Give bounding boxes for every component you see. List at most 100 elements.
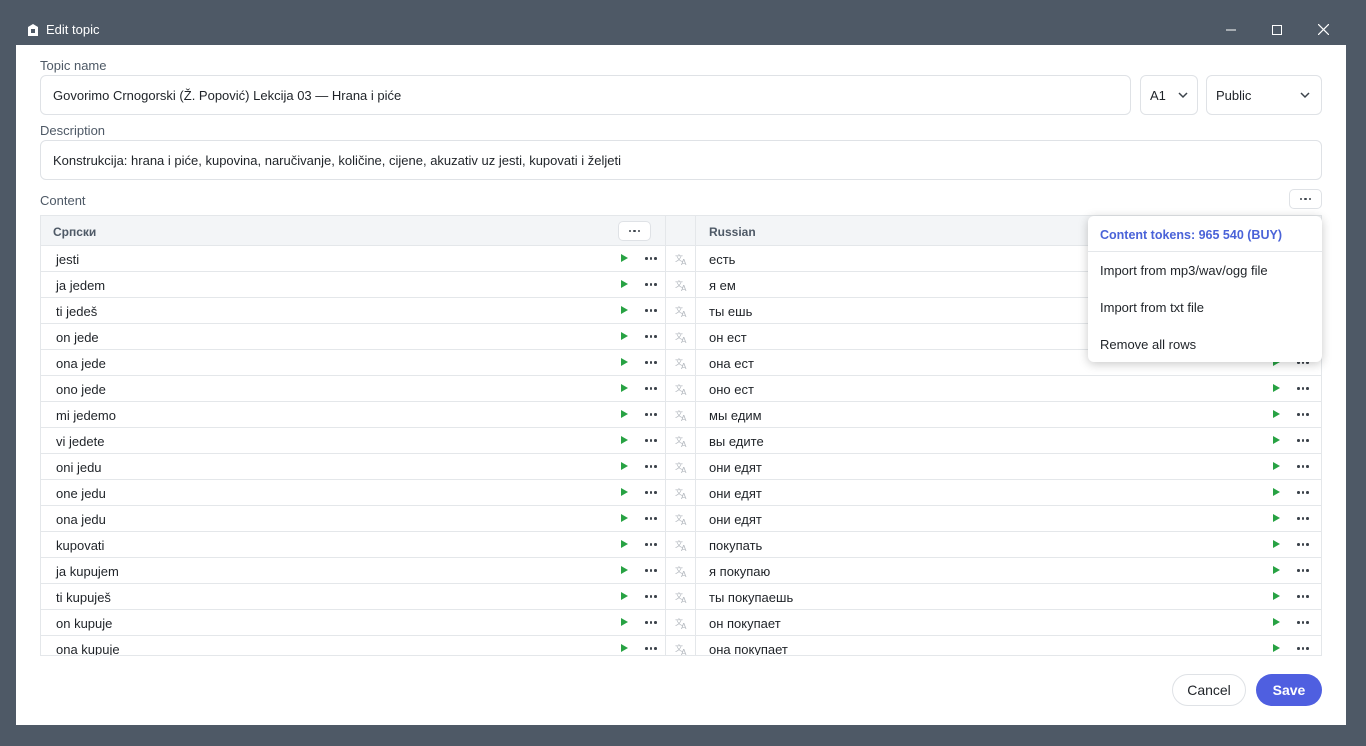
russian-cell[interactable]: он ест [709, 330, 747, 345]
row-more-icon[interactable] [645, 387, 657, 390]
play-icon[interactable] [621, 566, 628, 574]
serbian-cell[interactable]: one jedu [56, 486, 106, 501]
remove-all-rows-item[interactable]: Remove all rows [1100, 337, 1196, 352]
row-more-icon[interactable] [1297, 439, 1309, 442]
play-icon[interactable] [1273, 566, 1280, 574]
play-icon[interactable] [1273, 592, 1280, 600]
russian-cell[interactable]: я ем [709, 278, 736, 293]
row-more-icon[interactable] [1297, 465, 1309, 468]
translate-icon[interactable]: 文A [675, 642, 689, 656]
russian-cell[interactable]: мы едим [709, 408, 762, 423]
play-icon[interactable] [1273, 462, 1280, 470]
row-more-icon[interactable] [1297, 517, 1309, 520]
serbian-cell[interactable]: mi jedemo [56, 408, 116, 423]
translate-icon[interactable]: 文A [675, 252, 689, 266]
import-audio-item[interactable]: Import from mp3/wav/ogg file [1100, 263, 1268, 278]
row-more-icon[interactable] [1297, 595, 1309, 598]
serbian-cell[interactable]: on jede [56, 330, 99, 345]
column-more-button[interactable] [618, 221, 651, 241]
russian-cell[interactable]: ты покупаешь [709, 590, 793, 605]
content-more-button[interactable] [1289, 189, 1322, 209]
translate-icon[interactable]: 文A [675, 486, 689, 500]
translate-icon[interactable]: 文A [675, 382, 689, 396]
serbian-cell[interactable]: kupovati [56, 538, 104, 553]
russian-cell[interactable]: ты ешь [709, 304, 752, 319]
play-icon[interactable] [621, 592, 628, 600]
russian-cell[interactable]: вы едите [709, 434, 764, 449]
serbian-cell[interactable]: on kupuje [56, 616, 112, 631]
russian-cell[interactable]: они едят [709, 460, 762, 475]
play-icon[interactable] [621, 384, 628, 392]
serbian-cell[interactable]: ona jede [56, 356, 106, 371]
play-icon[interactable] [1273, 540, 1280, 548]
russian-cell[interactable]: есть [709, 252, 735, 267]
serbian-cell[interactable]: ti jedeš [56, 304, 97, 319]
save-button[interactable]: Save [1256, 674, 1322, 706]
russian-cell[interactable]: он покупает [709, 616, 781, 631]
translate-icon[interactable]: 文A [675, 616, 689, 630]
row-more-icon[interactable] [645, 543, 657, 546]
cancel-button[interactable]: Cancel [1172, 674, 1246, 706]
play-icon[interactable] [621, 410, 628, 418]
play-icon[interactable] [621, 254, 628, 262]
play-icon[interactable] [1273, 488, 1280, 496]
row-more-icon[interactable] [645, 595, 657, 598]
play-icon[interactable] [621, 540, 628, 548]
row-more-icon[interactable] [1297, 491, 1309, 494]
translate-icon[interactable]: 文A [675, 278, 689, 292]
row-more-icon[interactable] [645, 647, 657, 650]
russian-cell[interactable]: они едят [709, 512, 762, 527]
row-more-icon[interactable] [1297, 647, 1309, 650]
play-icon[interactable] [1273, 436, 1280, 444]
russian-cell[interactable]: я покупаю [709, 564, 770, 579]
play-icon[interactable] [1273, 618, 1280, 626]
play-icon[interactable] [621, 618, 628, 626]
play-icon[interactable] [1273, 514, 1280, 522]
row-more-icon[interactable] [645, 361, 657, 364]
close-button[interactable] [1300, 14, 1346, 45]
russian-cell[interactable]: покупать [709, 538, 762, 553]
serbian-cell[interactable]: ja jedem [56, 278, 105, 293]
row-more-icon[interactable] [645, 335, 657, 338]
row-more-icon[interactable] [645, 517, 657, 520]
russian-cell[interactable]: они едят [709, 486, 762, 501]
serbian-cell[interactable]: ono jede [56, 382, 106, 397]
play-icon[interactable] [621, 436, 628, 444]
level-select[interactable]: A1 [1140, 75, 1198, 115]
play-icon[interactable] [1273, 644, 1280, 652]
row-more-icon[interactable] [1297, 543, 1309, 546]
row-more-icon[interactable] [645, 439, 657, 442]
play-icon[interactable] [621, 332, 628, 340]
play-icon[interactable] [621, 306, 628, 314]
serbian-cell[interactable]: oni jedu [56, 460, 102, 475]
translate-icon[interactable]: 文A [675, 538, 689, 552]
translate-icon[interactable]: 文A [675, 330, 689, 344]
translate-icon[interactable]: 文A [675, 408, 689, 422]
serbian-cell[interactable]: vi jedete [56, 434, 104, 449]
row-more-icon[interactable] [645, 283, 657, 286]
russian-cell[interactable]: она покупает [709, 642, 788, 655]
serbian-cell[interactable]: ti kupuješ [56, 590, 111, 605]
row-more-icon[interactable] [1297, 569, 1309, 572]
serbian-cell[interactable]: jesti [56, 252, 79, 267]
translate-icon[interactable]: 文A [675, 512, 689, 526]
serbian-cell[interactable]: ona jedu [56, 512, 106, 527]
row-more-icon[interactable] [645, 413, 657, 416]
content-tokens-link[interactable]: Content tokens: 965 540 (BUY) [1100, 228, 1282, 242]
translate-icon[interactable]: 文A [675, 590, 689, 604]
play-icon[interactable] [1273, 384, 1280, 392]
serbian-cell[interactable]: ona kupuje [56, 642, 120, 655]
play-icon[interactable] [621, 462, 628, 470]
play-icon[interactable] [621, 358, 628, 366]
description-input[interactable]: Konstrukcija: hrana i piće, kupovina, na… [40, 140, 1322, 180]
row-more-icon[interactable] [645, 569, 657, 572]
translate-icon[interactable]: 文A [675, 356, 689, 370]
row-more-icon[interactable] [645, 465, 657, 468]
row-more-icon[interactable] [645, 491, 657, 494]
topic-name-input[interactable]: Govorimo Crnogorski (Ž. Popović) Lekcija… [40, 75, 1131, 115]
import-txt-item[interactable]: Import from txt file [1100, 300, 1204, 315]
translate-icon[interactable]: 文A [675, 304, 689, 318]
translate-icon[interactable]: 文A [675, 434, 689, 448]
translate-icon[interactable]: 文A [675, 460, 689, 474]
play-icon[interactable] [621, 514, 628, 522]
